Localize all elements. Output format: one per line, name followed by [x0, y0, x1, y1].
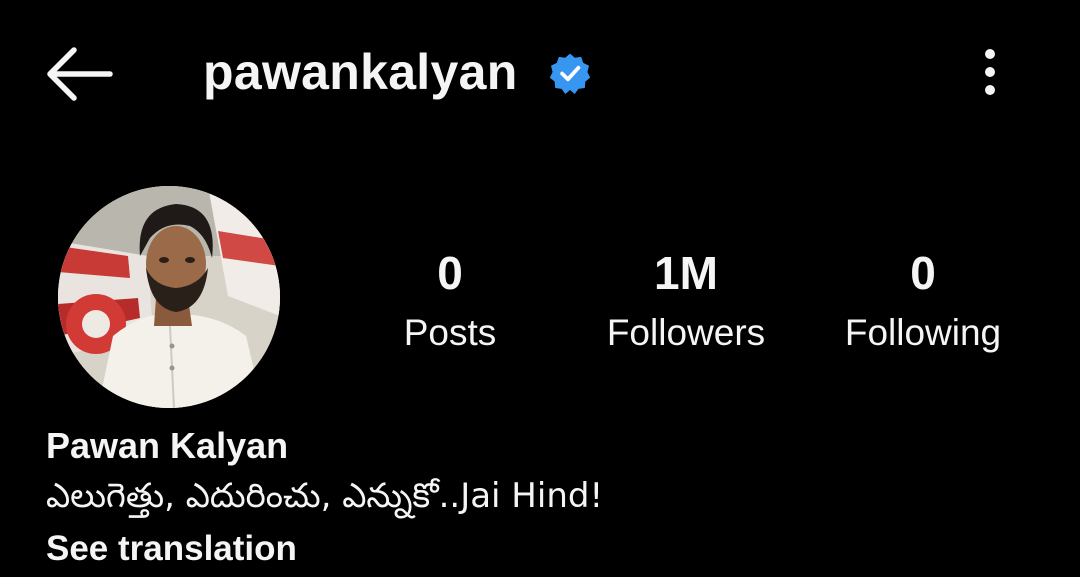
posts-stat[interactable]: 0 Posts: [340, 245, 560, 357]
profile-avatar[interactable]: [58, 186, 280, 408]
following-label: Following: [844, 312, 1002, 353]
verified-badge-icon: [549, 53, 591, 94]
profile-username: pawankalyan: [203, 44, 518, 100]
profile-bio: ఎలుగెత్తు, ఎదురించు, ఎన్నుకో..Jai Hind!: [46, 476, 604, 516]
profile-display-name: Pawan Kalyan: [46, 425, 289, 466]
followers-count: 1M: [654, 247, 718, 299]
profile-header: pawankalyan: [0, 0, 1080, 150]
more-options-button[interactable]: [964, 42, 1016, 102]
profile-stats: 0 Posts 1M Followers 0 Following: [330, 245, 1070, 365]
followers-stat[interactable]: 1M Followers: [576, 245, 796, 357]
posts-count: 0: [437, 247, 463, 299]
more-vertical-icon: [985, 49, 995, 95]
following-count: 0: [910, 247, 936, 299]
see-translation-link[interactable]: See translation: [46, 527, 297, 571]
back-button[interactable]: [40, 42, 116, 106]
profile-photo: [58, 186, 280, 408]
followers-label: Followers: [606, 312, 766, 353]
following-stat[interactable]: 0 Following: [813, 245, 1033, 357]
arrow-left-icon: [47, 47, 113, 101]
posts-label: Posts: [403, 312, 497, 353]
